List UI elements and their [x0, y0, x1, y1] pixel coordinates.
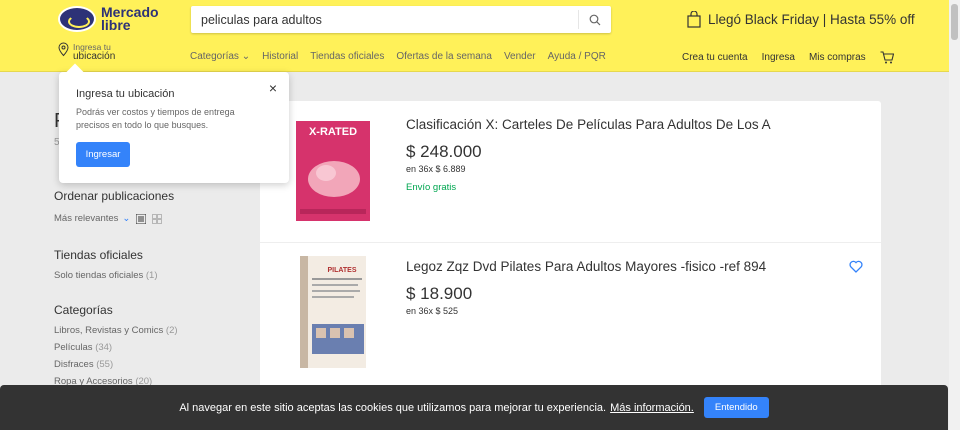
heart-icon[interactable] [849, 260, 863, 273]
product-thumbnail[interactable]: PILATES [296, 256, 370, 368]
category-label: Películas [54, 342, 93, 353]
stores-title: Tiendas oficiales [54, 248, 143, 262]
search-input[interactable] [191, 6, 577, 33]
nav-vender[interactable]: Vender [504, 51, 536, 62]
result-item[interactable]: PILATES Legoz Zqz Dvd Pilates Para Adult… [260, 242, 881, 383]
free-shipping-label: Envío gratis [406, 182, 457, 193]
login-link[interactable]: Ingresa [762, 52, 795, 63]
category-count: (2) [165, 325, 178, 336]
cookie-banner: Al navegar en este sitio aceptas las coo… [0, 385, 948, 430]
result-item[interactable]: X-RATED Clasificación X: Carteles De Pel… [260, 101, 881, 242]
user-nav: Crea tu cuenta Ingresa Mis compras [682, 51, 894, 64]
location-pin-icon [58, 42, 69, 57]
location-popup: Ingresa tu ubicación × Podrás ver costos… [59, 72, 289, 183]
location-selector[interactable]: Ingresa tu ubicación [58, 42, 115, 62]
nav-historial[interactable]: Historial [262, 51, 298, 62]
category-item[interactable]: Películas (34) [54, 342, 112, 353]
category-item[interactable]: Disfraces (55) [54, 359, 113, 370]
close-icon[interactable]: × [269, 80, 277, 96]
popup-title: Ingresa tu ubicación [76, 88, 175, 100]
product-title[interactable]: Legoz Zqz Dvd Pilates Para Adultos Mayor… [406, 259, 766, 274]
ingresar-button[interactable]: Ingresar [76, 142, 130, 167]
product-thumbnail[interactable]: X-RATED [296, 121, 370, 221]
mercadolibre-logo[interactable]: Mercado libre [58, 5, 159, 33]
page-scrollbar[interactable] [949, 0, 960, 430]
scrollbar-thumb[interactable] [951, 4, 958, 40]
filter-label: Solo tiendas oficiales [54, 270, 144, 281]
thumbnail-label: X-RATED [309, 126, 357, 138]
chevron-down-icon[interactable]: ⌄ [122, 213, 130, 224]
filter-count: (1) [145, 270, 158, 281]
nav-ayuda[interactable]: Ayuda / PQR [548, 51, 606, 62]
product-installments: en 36x $ 6.889 [406, 164, 466, 174]
nav-categorias[interactable]: Categorías ⌄ [190, 51, 250, 62]
top-header: Mercado libre Llegó Black Friday | Hasta… [0, 0, 960, 72]
nav-tiendas-oficiales[interactable]: Tiendas oficiales [310, 51, 384, 62]
category-count: (34) [95, 342, 113, 353]
product-title[interactable]: Clasificación X: Carteles De Películas P… [406, 117, 771, 132]
list-view-icon[interactable] [136, 213, 147, 224]
product-price: $ 248.000 [406, 142, 482, 161]
search-button[interactable] [578, 10, 611, 29]
filter-official-stores[interactable]: Solo tiendas oficiales (1) [54, 270, 158, 281]
thumbnail-label: PILATES [327, 267, 356, 274]
results-list: X-RATED Clasificación X: Carteles De Pel… [260, 101, 881, 401]
search-icon [589, 14, 601, 25]
categories-title: Categorías [54, 303, 113, 317]
black-friday-promo[interactable]: Llegó Black Friday | Hasta 55% off [686, 11, 915, 28]
logo-text-line2: libre [101, 17, 131, 33]
category-count: (55) [96, 359, 114, 370]
cookie-message: Al navegar en este sitio aceptas las coo… [179, 401, 607, 414]
more-info-link[interactable]: Más información. [610, 402, 694, 414]
sort-title: Ordenar publicaciones [54, 189, 175, 203]
handshake-icon [58, 6, 96, 32]
product-price: $ 18.900 [406, 284, 473, 303]
shopping-bag-icon [687, 11, 701, 28]
product-installments: en 36x $ 525 [406, 306, 459, 316]
accept-cookies-button[interactable]: Entendido [703, 397, 769, 418]
main-nav: Categorías ⌄ Historial Tiendas oficiales… [190, 51, 618, 62]
promo-text: Llegó Black Friday | Hasta 55% off [708, 12, 915, 27]
sort-dropdown[interactable]: Más relevantes [54, 213, 118, 224]
category-label: Libros, Revistas y Comics [54, 325, 164, 336]
sort-controls: Más relevantes ⌄ [54, 213, 168, 224]
category-label: Disfraces [54, 359, 94, 370]
nav-ofertas[interactable]: Ofertas de la semana [396, 51, 492, 62]
category-item[interactable]: Libros, Revistas y Comics (2) [54, 325, 178, 336]
grid-view-icon[interactable] [152, 213, 163, 224]
create-account-link[interactable]: Crea tu cuenta [682, 52, 748, 63]
cart-icon[interactable] [880, 51, 894, 64]
popup-description: Podrás ver costos y tiempos de entrega p… [76, 107, 235, 130]
location-label: ubicación [73, 51, 116, 62]
search-bar [191, 6, 611, 33]
my-purchases-link[interactable]: Mis compras [809, 52, 866, 63]
